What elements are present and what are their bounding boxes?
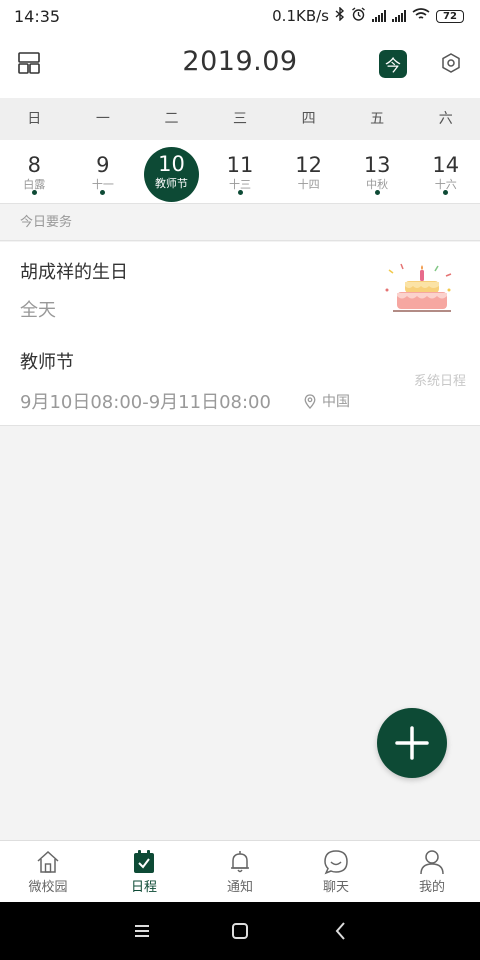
- event-time: 9月10日08:00-9月11日08:00: [20, 392, 271, 413]
- calendar-header: 2019.09 今: [0, 32, 480, 98]
- weekday-fri: 五: [370, 111, 385, 127]
- weekday-tue: 二: [164, 111, 179, 127]
- weekday-sun: 日: [27, 111, 42, 127]
- bottom-nav: 微校园 日程 通知 聊天 我的: [0, 840, 480, 902]
- hexagon-settings-icon[interactable]: [440, 52, 462, 74]
- add-event-button[interactable]: [377, 708, 447, 778]
- weekday-thu: 四: [301, 111, 316, 127]
- event-dot: [443, 190, 449, 195]
- date-cell-selected[interactable]: 10 教师节: [137, 140, 206, 203]
- event-dot: [31, 190, 37, 195]
- location-pin-icon: [304, 393, 316, 409]
- event-item-birthday[interactable]: 胡成祥的生日 全天: [0, 242, 480, 334]
- network-speed: 0.1KB/s: [272, 7, 329, 25]
- plus-icon: [395, 726, 429, 760]
- date-number: 9: [96, 153, 110, 177]
- nav-label: 通知: [226, 880, 253, 895]
- nav-item-campus[interactable]: 微校园: [0, 841, 96, 902]
- status-time: 14:35: [14, 6, 61, 26]
- user-icon: [420, 850, 444, 875]
- month-title[interactable]: 2019.09: [0, 46, 480, 77]
- status-bar: 14:35 0.1KB/s 72: [0, 0, 480, 32]
- lunar-label: 教师节: [154, 177, 188, 190]
- bluetooth-icon: [335, 6, 345, 25]
- event-name: 胡成祥的生日: [20, 262, 128, 283]
- signal-icon-2: [392, 10, 406, 22]
- lunar-label: 十四: [297, 178, 320, 191]
- system-event-tag: 系统日程: [413, 374, 466, 389]
- nav-item-chat[interactable]: 聊天: [288, 841, 384, 902]
- nav-label: 聊天: [322, 880, 349, 895]
- bell-icon: [231, 851, 249, 873]
- location-text: 中国: [322, 394, 350, 410]
- home-square-icon[interactable]: [229, 920, 251, 942]
- date-number: 8: [27, 153, 41, 177]
- birthday-cake-icon: [385, 263, 452, 312]
- event-location: 中国: [304, 391, 350, 411]
- event-item-teachers-day[interactable]: 教师节 9月10日08:00-9月11日08:00 中国 系统日程: [0, 334, 480, 426]
- nav-label: 微校园: [28, 880, 68, 895]
- alarm-icon: [351, 6, 366, 26]
- back-icon[interactable]: [330, 920, 352, 942]
- event-dot: [237, 190, 243, 195]
- date-cell[interactable]: 11 十三: [206, 140, 275, 203]
- home-icon: [37, 850, 59, 873]
- event-time: 全天: [20, 300, 56, 321]
- status-indicators: 0.1KB/s 72: [272, 6, 464, 26]
- nav-item-profile[interactable]: 我的: [384, 841, 480, 902]
- weekday-row: 日 一 二 三 四 五 六: [0, 98, 480, 140]
- date-number: 11: [226, 153, 254, 177]
- weekday-wed: 三: [233, 111, 248, 127]
- menu-icon[interactable]: [131, 920, 153, 942]
- nav-label: 日程: [130, 880, 157, 895]
- section-title: 今日要务: [0, 205, 480, 241]
- date-number: 13: [363, 153, 391, 177]
- weekday-mon: 一: [95, 111, 110, 127]
- signal-icon: [372, 10, 386, 22]
- calendar-check-icon: [134, 850, 154, 873]
- event-dot: [100, 190, 106, 195]
- wifi-icon: [412, 7, 430, 25]
- today-button[interactable]: 今: [379, 50, 407, 78]
- date-cell[interactable]: 8 白露: [0, 140, 69, 203]
- date-cell[interactable]: 13 中秋: [343, 140, 412, 203]
- date-number: 14: [432, 153, 460, 177]
- date-cell[interactable]: 9 十一: [69, 140, 138, 203]
- battery-icon: 72: [436, 9, 464, 23]
- chat-icon: [324, 850, 348, 875]
- nav-label: 我的: [418, 880, 445, 895]
- system-nav-bar: [0, 902, 480, 960]
- nav-item-schedule[interactable]: 日程: [96, 841, 192, 902]
- week-dates: 8 白露 9 十一 10 教师节 11 十三 12 十四 13 中秋 14 十六: [0, 140, 480, 204]
- weekday-sat: 六: [438, 111, 453, 127]
- date-number: 10: [158, 152, 185, 176]
- date-number: 12: [295, 153, 322, 177]
- event-list: 胡成祥的生日 全天 教师节 9月10日08:00-9月11日08:00 中国 系…: [0, 242, 480, 426]
- event-name: 教师节: [20, 352, 74, 373]
- event-dot: [374, 190, 380, 195]
- date-cell[interactable]: 14 十六: [411, 140, 480, 203]
- date-cell[interactable]: 12 十四: [274, 140, 343, 203]
- nav-item-notifications[interactable]: 通知: [192, 841, 288, 902]
